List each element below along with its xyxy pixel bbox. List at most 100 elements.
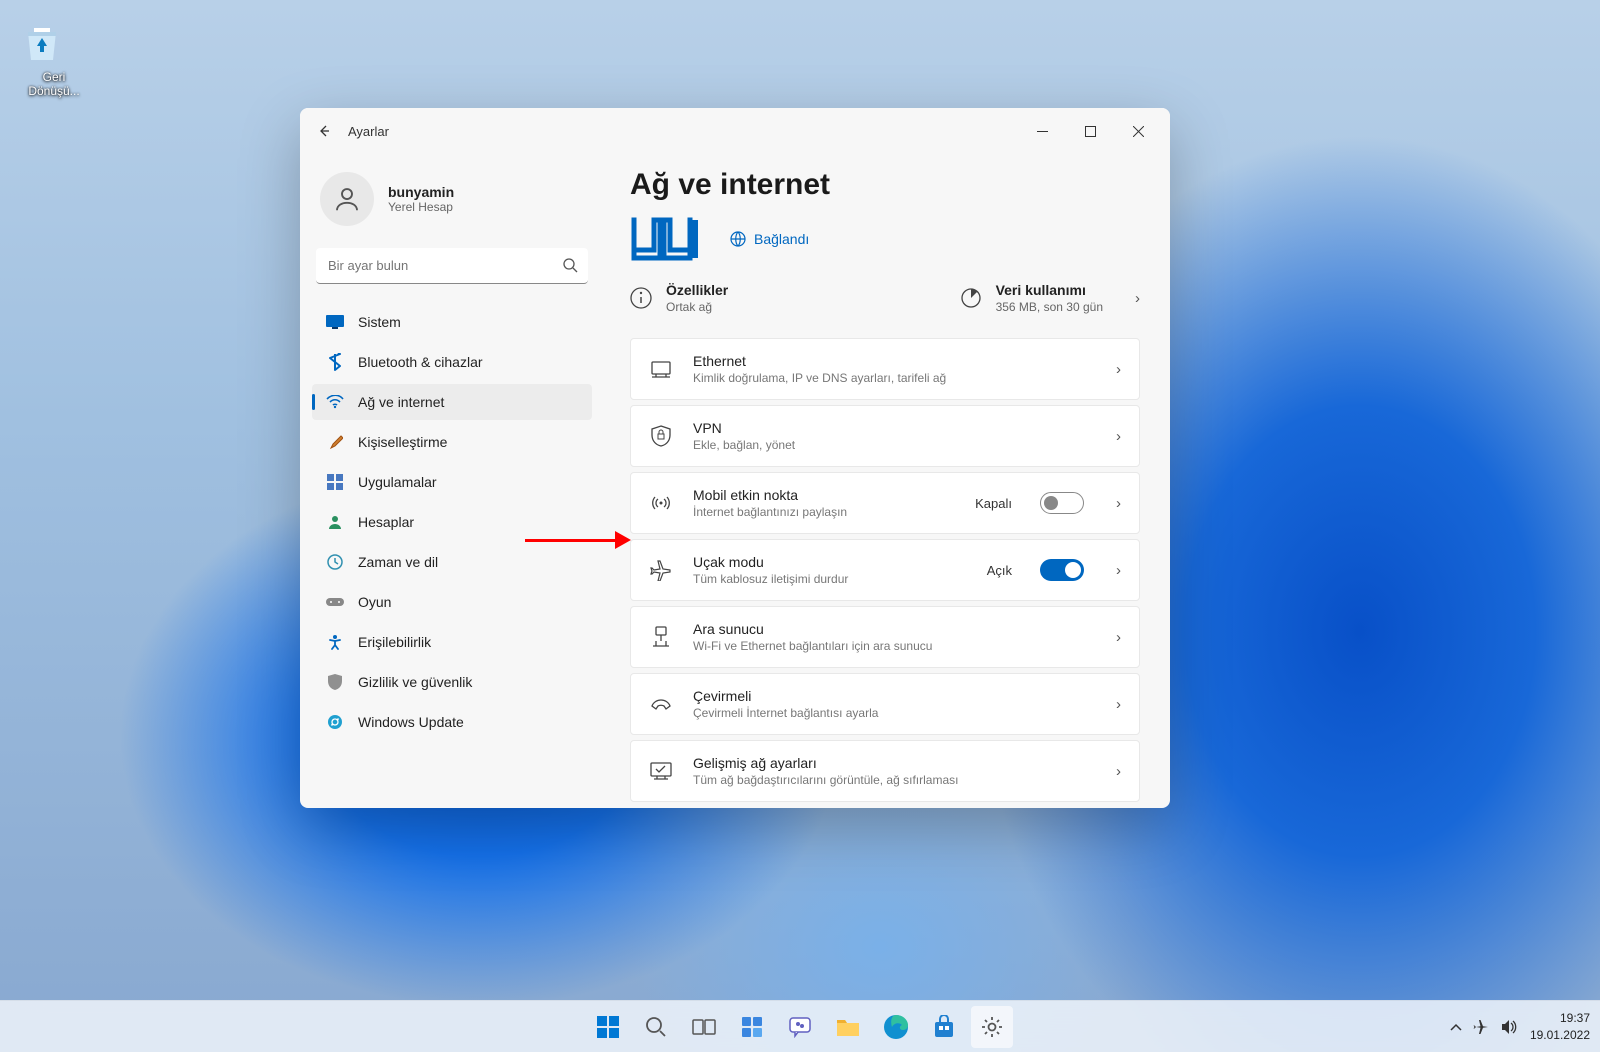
nav-accounts[interactable]: Hesaplar <box>312 504 592 540</box>
chevron-right-icon: › <box>1116 696 1121 713</box>
chat-button[interactable] <box>779 1006 821 1048</box>
maximize-icon <box>1085 126 1096 137</box>
connection-status: Bağlandı <box>730 231 809 247</box>
recycle-bin-icon <box>18 18 66 66</box>
chevron-up-icon <box>1450 1023 1462 1031</box>
card-title: Mobil etkin nokta <box>693 487 955 503</box>
search-input[interactable] <box>316 248 588 284</box>
card-title: Çevirmeli <box>693 688 1096 704</box>
system-tray[interactable] <box>1450 1018 1518 1036</box>
data-usage-title: Veri kullanımı <box>996 282 1103 298</box>
nav-label: Oyun <box>358 594 391 610</box>
card-dialup[interactable]: ÇevirmeliÇevirmeli İnternet bağlantısı a… <box>630 673 1140 735</box>
edge-button[interactable] <box>875 1006 917 1048</box>
clock[interactable]: 19:37 19.01.2022 <box>1530 1010 1590 1042</box>
search-icon <box>562 257 578 273</box>
update-icon <box>326 713 344 731</box>
chevron-right-icon: › <box>1116 361 1121 378</box>
card-advanced[interactable]: Gelişmiş ağ ayarlarıTüm ağ bağdaştırıcıl… <box>630 740 1140 802</box>
close-icon <box>1133 126 1144 137</box>
info-icon <box>630 287 652 309</box>
start-button[interactable] <box>587 1006 629 1048</box>
back-button[interactable] <box>308 115 340 147</box>
widgets-button[interactable] <box>731 1006 773 1048</box>
hotspot-icon <box>649 494 673 512</box>
explorer-button[interactable] <box>827 1006 869 1048</box>
data-usage-icon <box>960 287 982 309</box>
ethernet-icon <box>649 360 673 378</box>
windows-icon <box>595 1014 621 1040</box>
nav-apps[interactable]: Uygulamalar <box>312 464 592 500</box>
account-icon <box>326 513 344 531</box>
card-proxy[interactable]: Ara sunucuWi-Fi ve Ethernet bağlantıları… <box>630 606 1140 668</box>
chevron-right-icon: › <box>1116 428 1121 445</box>
airplane-toggle[interactable] <box>1040 559 1084 581</box>
card-vpn[interactable]: VPNEkle, bağlan, yönet › <box>630 405 1140 467</box>
card-sub: Tüm ağ bağdaştırıcılarını görüntüle, ağ … <box>693 773 1096 787</box>
minimize-icon <box>1037 126 1048 137</box>
folder-icon <box>835 1016 861 1038</box>
airplane-icon <box>1472 1018 1490 1036</box>
card-sub: İnternet bağlantınızı paylaşın <box>693 505 955 519</box>
nav-system[interactable]: Sistem <box>312 304 592 340</box>
nav-label: Kişiselleştirme <box>358 434 447 450</box>
nav-label: Bluetooth & cihazlar <box>358 354 483 370</box>
settings-taskbar-button[interactable] <box>971 1006 1013 1048</box>
chevron-right-icon: › <box>1116 763 1121 780</box>
search-button[interactable] <box>635 1006 677 1048</box>
user-name: bunyamin <box>388 184 454 200</box>
properties-title: Özellikler <box>666 282 728 298</box>
bluetooth-icon <box>326 353 344 371</box>
dialup-icon <box>649 696 673 712</box>
maximize-button[interactable] <box>1066 108 1114 154</box>
widgets-icon <box>740 1015 764 1039</box>
connected-label: Bağlandı <box>754 231 809 247</box>
data-usage-link[interactable]: Veri kullanımı356 MB, son 30 gün › <box>960 282 1140 314</box>
search-icon <box>645 1016 667 1038</box>
nav-label: Hesaplar <box>358 514 414 530</box>
chevron-right-icon: › <box>1116 495 1121 512</box>
nav-time[interactable]: Zaman ve dil <box>312 544 592 580</box>
chevron-right-icon: › <box>1116 629 1121 646</box>
date-label: 19.01.2022 <box>1530 1027 1590 1043</box>
recycle-bin[interactable]: Geri Dönüşü... <box>18 18 90 99</box>
properties-sub: Ortak ağ <box>666 300 728 314</box>
card-sub: Ekle, bağlan, yönet <box>693 438 1096 452</box>
toggle-state-label: Kapalı <box>975 496 1012 511</box>
chevron-right-icon: › <box>1135 290 1140 307</box>
gaming-icon <box>326 593 344 611</box>
chat-icon <box>788 1016 812 1038</box>
window-title: Ayarlar <box>348 124 389 139</box>
display-icon <box>326 313 344 331</box>
store-icon <box>932 1015 956 1039</box>
nav-gaming[interactable]: Oyun <box>312 584 592 620</box>
edge-icon <box>883 1014 909 1040</box>
nav-privacy[interactable]: Gizlilik ve güvenlik <box>312 664 592 700</box>
card-hotspot[interactable]: Mobil etkin nokta İnternet bağlantınızı p… <box>630 472 1140 534</box>
nav-bluetooth[interactable]: Bluetooth & cihazlar <box>312 344 592 380</box>
close-button[interactable] <box>1114 108 1162 154</box>
minimize-button[interactable] <box>1018 108 1066 154</box>
properties-link[interactable]: Özellikler Ortak ağ <box>630 282 920 314</box>
nav-label: Sistem <box>358 314 401 330</box>
user-profile[interactable]: bunyamin Yerel Hesap <box>312 164 592 244</box>
accessibility-icon <box>326 633 344 651</box>
card-title: Ethernet <box>693 353 1096 369</box>
task-view-button[interactable] <box>683 1006 725 1048</box>
store-button[interactable] <box>923 1006 965 1048</box>
card-ethernet[interactable]: EthernetKimlik doğrulama, IP ve DNS ayar… <box>630 338 1140 400</box>
nav-network[interactable]: Ağ ve internet <box>312 384 592 420</box>
vpn-icon <box>649 425 673 447</box>
nav-label: Zaman ve dil <box>358 554 438 570</box>
volume-icon <box>1500 1019 1518 1035</box>
nav-personalization[interactable]: Kişiselleştirme <box>312 424 592 460</box>
user-subtitle: Yerel Hesap <box>388 200 454 214</box>
hotspot-toggle[interactable] <box>1040 492 1084 514</box>
recycle-bin-label: Geri Dönüşü... <box>18 70 90 99</box>
brush-icon <box>326 433 344 451</box>
nav-update[interactable]: Windows Update <box>312 704 592 740</box>
card-airplane[interactable]: Uçak moduTüm kablosuz iletişimi durdur A… <box>630 539 1140 601</box>
card-title: Ara sunucu <box>693 621 1096 637</box>
person-icon <box>332 184 362 214</box>
nav-accessibility[interactable]: Erişilebilirlik <box>312 624 592 660</box>
